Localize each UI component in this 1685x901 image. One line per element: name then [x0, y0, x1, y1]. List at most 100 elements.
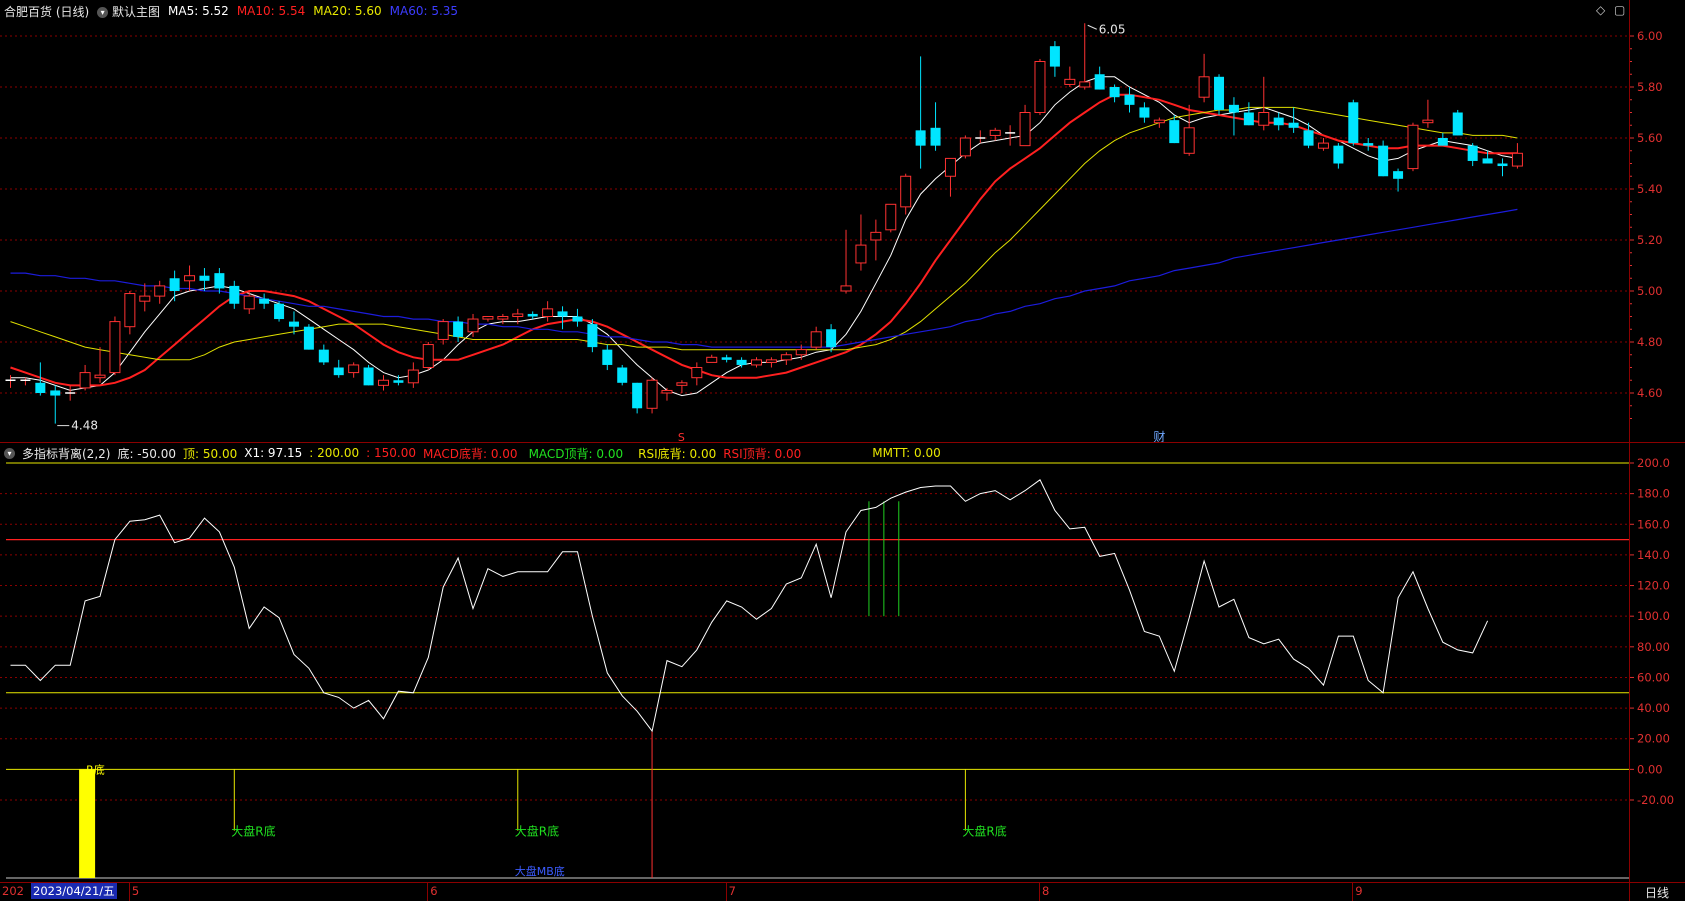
candle-body — [1437, 138, 1448, 146]
candle — [1422, 99, 1434, 128]
candle-body — [840, 285, 852, 292]
candle-body — [482, 316, 494, 320]
candle — [422, 342, 434, 371]
candle — [1094, 66, 1105, 90]
candle-body — [542, 308, 554, 318]
candle — [184, 265, 196, 291]
candle — [602, 344, 613, 371]
candle-body — [1378, 145, 1389, 177]
candle-body — [407, 369, 419, 384]
candle-body — [50, 390, 61, 396]
candle — [1079, 23, 1091, 90]
candle-body — [1243, 112, 1254, 126]
candle-body — [795, 349, 807, 356]
candle — [572, 308, 583, 327]
candle-body — [989, 129, 1001, 136]
candle — [632, 382, 643, 414]
candle-body — [348, 364, 360, 374]
candle-body — [1407, 124, 1419, 170]
candle — [1183, 104, 1195, 156]
candle — [65, 385, 76, 401]
indicator-axis-label: 120.0 — [1637, 579, 1670, 593]
candle-body — [930, 127, 941, 146]
x1-line — [10, 479, 1489, 733]
candle — [1317, 138, 1329, 151]
indicator-axis-label: 100.0 — [1637, 609, 1670, 623]
candle-body — [870, 231, 882, 241]
high-marker-arrow — [1087, 24, 1097, 30]
candle — [915, 56, 926, 169]
indicator-axis-label: 140.0 — [1637, 548, 1670, 562]
month-tick — [128, 883, 130, 901]
candle — [318, 344, 329, 365]
market-r-bottom-label: 大盘R底 — [962, 824, 1006, 839]
candle-body — [1511, 152, 1523, 167]
candle-body — [1109, 87, 1120, 98]
price-chart[interactable]: 6.05 4.48 S 财 — [0, 0, 1629, 442]
candle-body — [661, 389, 673, 394]
candle — [542, 301, 554, 322]
candle-body — [274, 303, 285, 320]
candle — [646, 377, 658, 414]
candle — [587, 319, 598, 353]
candle-body — [109, 321, 121, 374]
candle-body — [1019, 112, 1031, 147]
candle-body — [915, 130, 926, 146]
candle-body — [1153, 119, 1165, 124]
candle — [617, 364, 628, 386]
indicator-axis-label: 60.00 — [1637, 670, 1670, 684]
candle — [303, 324, 314, 350]
candle-body — [736, 359, 747, 365]
candle-body — [1049, 46, 1060, 67]
candle — [810, 326, 822, 350]
candle-body — [1452, 112, 1463, 136]
candle — [1109, 84, 1120, 103]
indicator-axis-label: 180.0 — [1637, 487, 1670, 501]
candle — [989, 127, 1001, 141]
candle-body — [1034, 61, 1046, 113]
candle — [751, 357, 762, 368]
date-prefix: 202 — [2, 884, 24, 898]
ma60-line — [10, 208, 1518, 348]
candle-body — [1288, 122, 1299, 128]
candle-body — [512, 313, 524, 318]
indicator-chart[interactable]: R底大盘R底 大盘R底 大盘R底大盘MB底 — [0, 443, 1629, 881]
candle — [229, 280, 240, 309]
candle-body — [691, 367, 703, 379]
low-price-label: 4.48 — [71, 419, 98, 433]
candle — [706, 354, 718, 363]
candle — [826, 324, 837, 353]
candle-body — [1183, 127, 1195, 154]
candle — [1511, 143, 1523, 169]
candle — [1214, 74, 1225, 116]
indicator-axis-label: 0.00 — [1637, 762, 1663, 776]
candle-body — [765, 359, 777, 363]
candle — [661, 387, 673, 401]
candle — [870, 219, 882, 261]
candle-body — [602, 349, 613, 365]
timeframe-tab[interactable]: 日线 — [1645, 884, 1669, 901]
candle — [363, 364, 374, 386]
candle — [50, 385, 61, 424]
candle — [1348, 99, 1359, 146]
candle-body — [437, 321, 449, 340]
candle — [482, 316, 494, 322]
candle — [855, 214, 867, 271]
candle — [124, 291, 136, 335]
candle — [1378, 140, 1389, 177]
signal-s-marker: S — [678, 431, 685, 442]
price-axis-label: 4.60 — [1637, 386, 1663, 400]
candle — [885, 203, 897, 233]
month-tick — [725, 883, 727, 901]
candle — [1452, 109, 1463, 136]
candle — [1333, 143, 1344, 169]
candle — [721, 354, 732, 363]
candle-body — [1079, 81, 1091, 88]
high-price-label: 6.05 — [1099, 22, 1126, 36]
candle-body — [1064, 78, 1076, 85]
candle — [1437, 132, 1448, 146]
indicator-axis-label: -20.00 — [1637, 793, 1674, 807]
candle-body — [333, 367, 344, 376]
candle — [1258, 76, 1270, 131]
candle — [780, 352, 792, 365]
